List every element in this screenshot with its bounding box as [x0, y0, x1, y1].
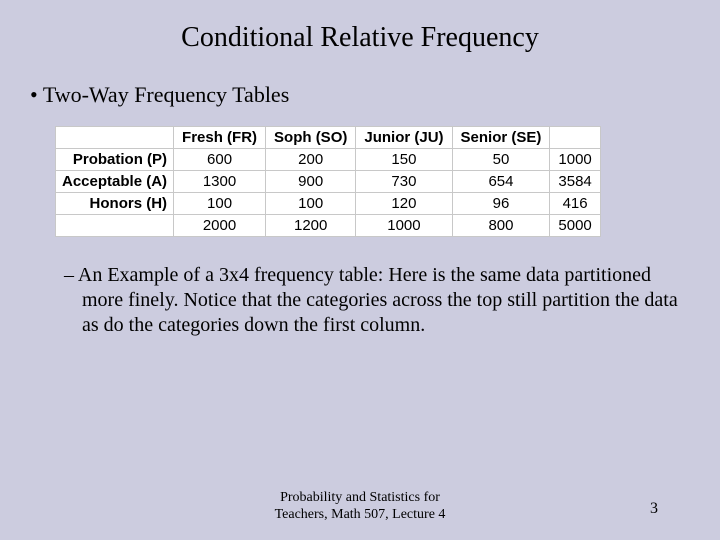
table-row: Acceptable (A) 1300 900 730 654 3584: [56, 171, 601, 193]
row-total: 3584: [550, 171, 600, 193]
col-total: 800: [452, 215, 550, 237]
corner-cell: [56, 127, 174, 149]
cell: 654: [452, 171, 550, 193]
table-row: Probation (P) 600 200 150 50 1000: [56, 149, 601, 171]
cell: 150: [356, 149, 452, 171]
table-totals-row: 2000 1200 1000 800 5000: [56, 215, 601, 237]
row-total-header: [56, 215, 174, 237]
col-total-header: [550, 127, 600, 149]
col-header: Senior (SE): [452, 127, 550, 149]
table-row: Honors (H) 100 100 120 96 416: [56, 193, 601, 215]
cell: 96: [452, 193, 550, 215]
frequency-table: Fresh (FR) Soph (SO) Junior (JU) Senior …: [55, 126, 601, 237]
slide-title: Conditional Relative Frequency: [0, 0, 720, 54]
cell: 100: [266, 193, 356, 215]
cell: 600: [174, 149, 266, 171]
col-header: Soph (SO): [266, 127, 356, 149]
row-total: 416: [550, 193, 600, 215]
col-total: 1000: [356, 215, 452, 237]
col-header: Junior (JU): [356, 127, 452, 149]
frequency-table-container: Fresh (FR) Soph (SO) Junior (JU) Senior …: [55, 126, 720, 237]
cell: 100: [174, 193, 266, 215]
grand-total: 5000: [550, 215, 600, 237]
col-total: 2000: [174, 215, 266, 237]
page-number: 3: [650, 500, 658, 518]
table-header-row: Fresh (FR) Soph (SO) Junior (JU) Senior …: [56, 127, 601, 149]
cell: 200: [266, 149, 356, 171]
cell: 1300: [174, 171, 266, 193]
bullet-level-1: Two-Way Frequency Tables: [0, 54, 720, 108]
row-total: 1000: [550, 149, 600, 171]
col-header: Fresh (FR): [174, 127, 266, 149]
row-header: Acceptable (A): [56, 171, 174, 193]
footer: Probability and Statistics for Teachers,…: [0, 490, 720, 524]
cell: 730: [356, 171, 452, 193]
col-total: 1200: [266, 215, 356, 237]
row-header: Honors (H): [56, 193, 174, 215]
cell: 50: [452, 149, 550, 171]
footer-text: Probability and Statistics for Teachers,…: [260, 490, 460, 524]
cell: 900: [266, 171, 356, 193]
description-text: – An Example of a 3x4 frequency table: H…: [0, 237, 720, 338]
cell: 120: [356, 193, 452, 215]
row-header: Probation (P): [56, 149, 174, 171]
